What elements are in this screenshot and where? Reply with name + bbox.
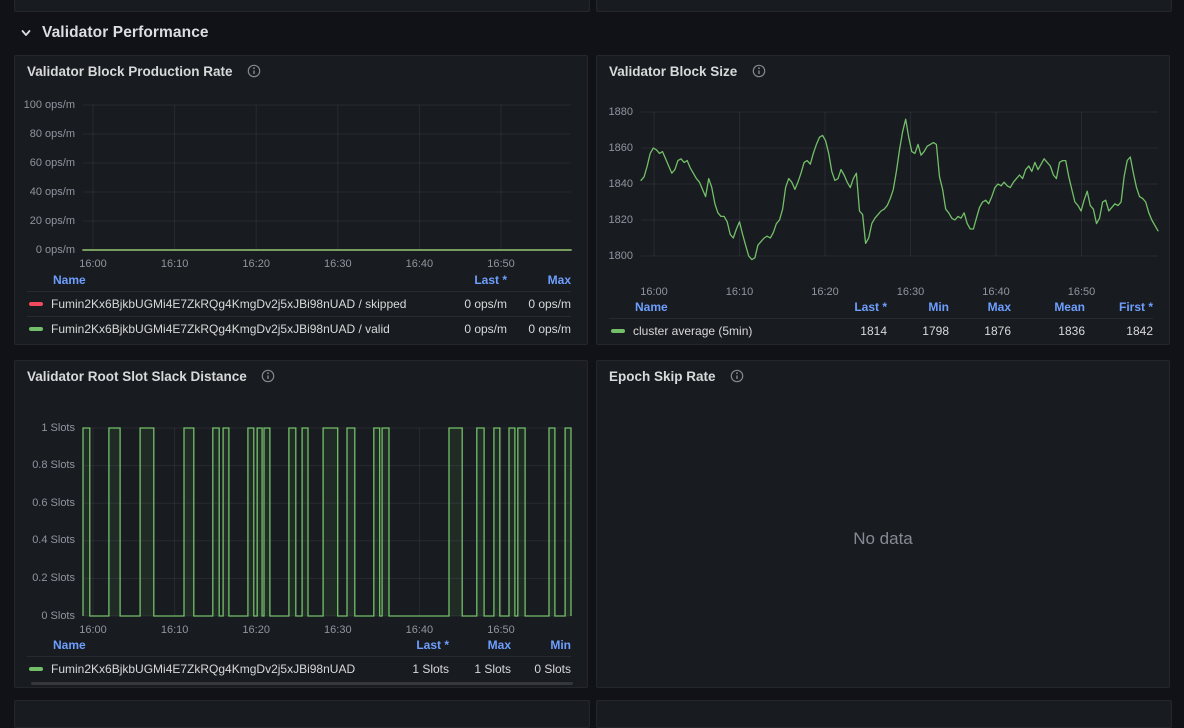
series-name-text: cluster average (5min) (633, 324, 752, 338)
legend-header-last[interactable]: Last * (377, 638, 449, 652)
info-icon[interactable] (261, 369, 276, 384)
legend-row-skipped: Fumin2Kx6BjkbUGMi4E7ZkRQg4KmgDv2j5xJBi98… (27, 291, 571, 316)
y-axis-tick-label: 20 ops/m (15, 214, 75, 229)
chevron-down-icon[interactable] (20, 27, 32, 39)
y-axis-tick-label: 1800 (597, 249, 633, 264)
panel-epoch-skip-rate: Epoch Skip Rate No data (596, 360, 1170, 688)
legend-header-row: Name Last * Min Max Mean First * (609, 296, 1153, 318)
legend-header-row: Name Last * Max (27, 269, 571, 291)
legend: Name Last * Max Min Fumin2Kx6BjkbUGMi4E7… (27, 634, 571, 681)
y-axis-tick-label: 1880 (597, 105, 633, 120)
no-data-message: No data (853, 529, 913, 549)
legend-header-last[interactable]: Last * (435, 273, 507, 287)
y-axis-tick-label: 40 ops/m (15, 185, 75, 200)
legend-header-min[interactable]: Min (511, 638, 571, 652)
y-axis-tick-label: 0.8 Slots (15, 458, 75, 473)
legend-series-label[interactable]: Fumin2Kx6BjkbUGMi4E7ZkRQg4KmgDv2j5xJBi98… (27, 322, 435, 336)
panel-header[interactable]: Validator Block Size (597, 56, 1169, 86)
legend-header-name[interactable]: Name (27, 273, 435, 287)
panel-title[interactable]: Epoch Skip Rate (609, 369, 716, 384)
legend-header-mean[interactable]: Mean (1011, 300, 1085, 314)
section-row-validator-performance[interactable]: Validator Performance (20, 24, 209, 42)
legend-header-first[interactable]: First * (1085, 300, 1153, 314)
legend-value-max: 0 ops/m (507, 322, 571, 336)
y-axis-tick-label: 100 ops/m (15, 98, 75, 113)
legend-value-last: 0 ops/m (435, 322, 507, 336)
panel-validator-block-size: Validator Block Size 1880 1860 1840 1820 180… (596, 55, 1170, 345)
panel-title[interactable]: Validator Block Production Rate (27, 64, 233, 79)
panel-title[interactable]: Validator Block Size (609, 64, 737, 79)
series-swatch-green[interactable] (29, 667, 43, 671)
y-axis-tick-label: 60 ops/m (15, 156, 75, 171)
no-data-container: No data (597, 391, 1169, 687)
info-icon[interactable] (247, 64, 262, 79)
series-swatch-green[interactable] (29, 327, 43, 331)
series-line (641, 119, 1158, 259)
legend-header-max[interactable]: Max (507, 273, 571, 287)
legend-series-label[interactable]: cluster average (5min) (609, 324, 811, 338)
legend-header-last[interactable]: Last * (811, 300, 887, 314)
legend-row-validator: Fumin2Kx6BjkbUGMi4E7ZkRQg4KmgDv2j5xJBi98… (27, 656, 571, 681)
y-axis-tick-label: 0 ops/m (15, 243, 75, 258)
legend-value-last: 1814 (811, 324, 887, 338)
legend-value-first: 1842 (1085, 324, 1153, 338)
legend-value-last: 1 Slots (377, 662, 449, 676)
legend-row-cluster-average: cluster average (5min) 1814 1798 1876 18… (609, 318, 1153, 343)
legend-header-name[interactable]: Name (27, 638, 377, 652)
legend-value-max: 1876 (949, 324, 1011, 338)
panel-title[interactable]: Validator Root Slot Slack Distance (27, 369, 247, 384)
legend-scrollbar[interactable] (31, 682, 573, 685)
panel-header[interactable]: Validator Root Slot Slack Distance (15, 361, 587, 391)
series-name-text: Fumin2Kx6BjkbUGMi4E7ZkRQg4KmgDv2j5xJBi98… (51, 662, 355, 676)
legend-header-max[interactable]: Max (449, 638, 511, 652)
y-axis-tick-label: 1860 (597, 141, 633, 156)
partial-panel-bottom-right (596, 700, 1172, 728)
legend: Name Last * Min Max Mean First * cluster… (609, 296, 1153, 343)
section-title: Validator Performance (42, 24, 209, 42)
legend-header-name[interactable]: Name (609, 300, 811, 314)
y-axis-tick-label: 1 Slots (15, 421, 75, 436)
y-axis-tick-label: 0.6 Slots (15, 496, 75, 511)
legend-header-min[interactable]: Min (887, 300, 949, 314)
legend-header-max[interactable]: Max (949, 300, 1011, 314)
legend-value-last: 0 ops/m (435, 297, 507, 311)
series-name-text: Fumin2Kx6BjkbUGMi4E7ZkRQg4KmgDv2j5xJBi98… (51, 322, 390, 336)
legend-header-row: Name Last * Max Min (27, 634, 571, 656)
series-step-line (83, 428, 571, 616)
legend-value-mean: 1836 (1011, 324, 1085, 338)
partial-panel-bottom-left (14, 700, 590, 728)
panel-header[interactable]: Validator Block Production Rate (15, 56, 587, 86)
series-fill (83, 428, 571, 616)
y-axis-tick-label: 1820 (597, 213, 633, 228)
legend-series-label[interactable]: Fumin2Kx6BjkbUGMi4E7ZkRQg4KmgDv2j5xJBi98… (27, 297, 435, 311)
y-axis-tick-label: 80 ops/m (15, 127, 75, 142)
info-icon[interactable] (730, 369, 745, 384)
y-axis-tick-label: 0.2 Slots (15, 571, 75, 586)
legend-value-max: 0 ops/m (507, 297, 571, 311)
panel-validator-root-slot-slack-distance: Validator Root Slot Slack Distance 1 Slo… (14, 360, 588, 688)
info-icon[interactable] (751, 64, 766, 79)
legend: Name Last * Max Fumin2Kx6BjkbUGMi4E7ZkRQ… (27, 269, 571, 341)
y-axis-tick-label: 0 Slots (15, 609, 75, 624)
partial-panel-top-left (14, 0, 590, 12)
series-swatch-green[interactable] (611, 329, 625, 333)
y-axis-tick-label: 1840 (597, 177, 633, 192)
legend-value-min: 0 Slots (511, 662, 571, 676)
panel-header[interactable]: Epoch Skip Rate (597, 361, 1169, 391)
legend-series-label[interactable]: Fumin2Kx6BjkbUGMi4E7ZkRQg4KmgDv2j5xJBi98… (27, 662, 377, 676)
legend-value-max: 1 Slots (449, 662, 511, 676)
y-axis-tick-label: 0.4 Slots (15, 533, 75, 548)
partial-panel-top-right (596, 0, 1172, 12)
series-name-text: Fumin2Kx6BjkbUGMi4E7ZkRQg4KmgDv2j5xJBi98… (51, 297, 406, 311)
series-swatch-red[interactable] (29, 302, 43, 306)
panel-validator-block-production-rate: Validator Block Production Rate 100 ops/… (14, 55, 588, 345)
legend-row-valid: Fumin2Kx6BjkbUGMi4E7ZkRQg4KmgDv2j5xJBi98… (27, 316, 571, 341)
legend-value-min: 1798 (887, 324, 949, 338)
